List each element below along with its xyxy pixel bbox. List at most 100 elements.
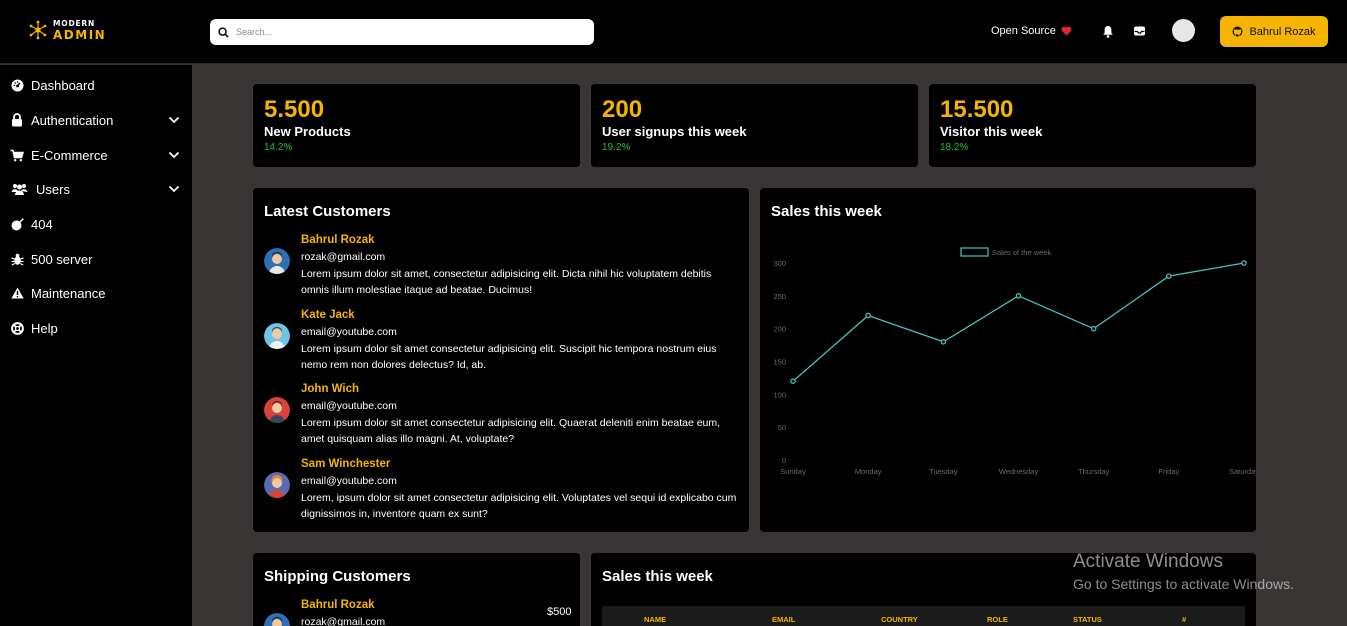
stat-card-new-products: 5.500 New Products 14.2% xyxy=(253,84,580,167)
sidebar-item-help[interactable]: Help xyxy=(0,316,192,340)
sidebar-item-label: Help xyxy=(31,320,58,336)
lock-icon xyxy=(12,113,22,127)
avatar xyxy=(264,397,290,423)
table-header: NAME EMAIL COUNTRY ROLE STATUS # xyxy=(602,606,1245,626)
sidebar-item-label: 500 server xyxy=(31,251,93,267)
dashboard-icon xyxy=(11,79,23,91)
data-point[interactable] xyxy=(1090,325,1097,332)
sidebar-item-ecommerce[interactable]: E-Commerce xyxy=(0,143,192,167)
shipping-price: $500 xyxy=(547,606,572,618)
column-header-country[interactable]: COUNTRY xyxy=(881,615,918,624)
sidebar: Dashboard Authentication E-Commerce User… xyxy=(0,65,192,626)
x-tick-label: Wednesday xyxy=(999,467,1039,476)
data-point[interactable] xyxy=(865,312,871,319)
sidebar-item-maintenance[interactable]: Maintenance xyxy=(0,281,192,305)
stat-label: Visitor this week xyxy=(940,124,1043,139)
y-tick-label: 250 xyxy=(773,292,786,301)
open-source-link[interactable]: Open Source xyxy=(991,25,1072,37)
card-title: Latest Customers xyxy=(264,203,391,220)
customer-name[interactable]: Bahrul Rozak xyxy=(301,234,375,246)
customer-email: email@youtube.com xyxy=(301,326,397,338)
search-box xyxy=(210,19,594,45)
sidebar-item-404[interactable]: 404 xyxy=(0,212,192,236)
column-header-role[interactable]: ROLE xyxy=(987,615,1008,624)
sidebar-item-label: E-Commerce xyxy=(31,147,108,163)
inbox-icon[interactable] xyxy=(1133,25,1146,37)
column-header-index[interactable]: # xyxy=(1182,615,1186,624)
watermark-subtitle: Go to Settings to activate Windows. xyxy=(1073,576,1294,592)
column-header-status[interactable]: STATUS xyxy=(1073,615,1102,624)
latest-customers-card: Latest Customers Bahrul Rozak rozak@gmai… xyxy=(253,188,749,532)
customer-name[interactable]: Sam Winchester xyxy=(301,458,390,470)
data-point[interactable] xyxy=(1166,273,1172,279)
sidebar-item-dashboard[interactable]: Dashboard xyxy=(0,73,192,97)
top-bar: MODERN ADMIN Open Source Bahrul Rozak xyxy=(0,0,1347,64)
sidebar-item-users[interactable]: Users xyxy=(0,177,192,201)
data-point[interactable] xyxy=(940,339,947,345)
watermark-title: Activate Windows xyxy=(1073,551,1223,572)
sidebar-item-label: 404 xyxy=(31,216,53,232)
customer-message: Lorem ipsum dolor sit amet, consectetur … xyxy=(301,268,712,296)
stat-card-user-signups: 200 User signups this week 19.2% xyxy=(591,84,918,167)
chevron-down-icon xyxy=(168,151,180,159)
data-point[interactable] xyxy=(1241,260,1247,266)
customer-name[interactable]: Bahrul Rozak xyxy=(301,599,375,611)
logo-icon xyxy=(29,20,47,40)
y-tick-label: 50 xyxy=(778,423,786,432)
y-tick-label: 100 xyxy=(773,390,786,399)
customer-email: rozak@gmail.com xyxy=(301,251,386,263)
open-source-label: Open Source xyxy=(991,25,1056,37)
x-tick-label: Friday xyxy=(1158,467,1179,476)
customer-name[interactable]: John Wich xyxy=(301,383,359,395)
x-tick-label: Sunday xyxy=(780,467,806,476)
avatar xyxy=(264,248,290,274)
chart-legend[interactable]: Sales of the week xyxy=(960,247,1051,257)
bug-icon xyxy=(10,253,24,266)
stat-delta: 19.2% xyxy=(602,142,631,153)
sidebar-item-authentication[interactable]: Authentication xyxy=(0,108,192,132)
legend-swatch xyxy=(960,247,989,257)
stat-label: New Products xyxy=(264,124,351,139)
customer-message: Lorem, ipsum dolor sit amet consectetur … xyxy=(301,492,737,520)
heart-icon xyxy=(1061,26,1072,36)
chevron-down-icon xyxy=(168,185,180,193)
github-button-label: Bahrul Rozak xyxy=(1249,25,1316,38)
stat-value: 5.500 xyxy=(264,96,325,123)
stat-delta: 18.2% xyxy=(940,142,969,153)
sidebar-item-label: Maintenance xyxy=(31,285,106,301)
shipping-customers-card: Shipping Customers Bahrul Rozak rozak@gm… xyxy=(253,553,580,626)
users-icon xyxy=(11,184,27,195)
bomb-icon xyxy=(11,217,24,230)
sidebar-item-label: Authentication xyxy=(31,112,114,128)
customer-email: email@youtube.com xyxy=(301,400,397,412)
x-tick-label: Tuesday xyxy=(929,467,958,476)
avatar xyxy=(264,472,290,498)
series-line xyxy=(792,262,1245,382)
activate-windows-watermark: Activate Windows Go to Settings to activ… xyxy=(1073,551,1294,592)
github-button[interactable]: Bahrul Rozak xyxy=(1220,16,1328,47)
cart-icon xyxy=(10,149,24,161)
sidebar-item-500-server[interactable]: 500 server xyxy=(0,247,192,271)
app-logo[interactable]: MODERN ADMIN xyxy=(28,20,106,41)
warning-icon xyxy=(10,287,24,299)
sidebar-item-label: Dashboard xyxy=(31,77,95,93)
stat-card-visitors: 15.500 Visitor this week 18.2% xyxy=(929,84,1256,167)
logo-line1: MODERN xyxy=(53,19,96,28)
card-title: Sales this week xyxy=(602,568,713,585)
user-avatar[interactable] xyxy=(1172,19,1195,42)
data-point[interactable] xyxy=(1015,293,1022,299)
column-header-email[interactable]: EMAIL xyxy=(772,615,795,624)
data-point[interactable] xyxy=(790,378,796,385)
search-input[interactable] xyxy=(236,27,576,37)
github-icon xyxy=(1233,26,1243,37)
x-tick-label: Monday xyxy=(855,467,882,476)
customer-message: Lorem ipsum dolor sit amet consectetur a… xyxy=(301,343,717,371)
column-header-name[interactable]: NAME xyxy=(644,615,666,624)
stat-delta: 14.2% xyxy=(264,142,293,153)
bell-icon[interactable] xyxy=(1102,25,1114,38)
customer-name[interactable]: Kate Jack xyxy=(301,309,355,321)
stat-value: 15.500 xyxy=(940,96,1014,123)
x-tick-label: Thursday xyxy=(1078,467,1110,476)
stat-label: User signups this week xyxy=(602,124,747,139)
x-tick-label: Saturday xyxy=(1229,467,1256,476)
